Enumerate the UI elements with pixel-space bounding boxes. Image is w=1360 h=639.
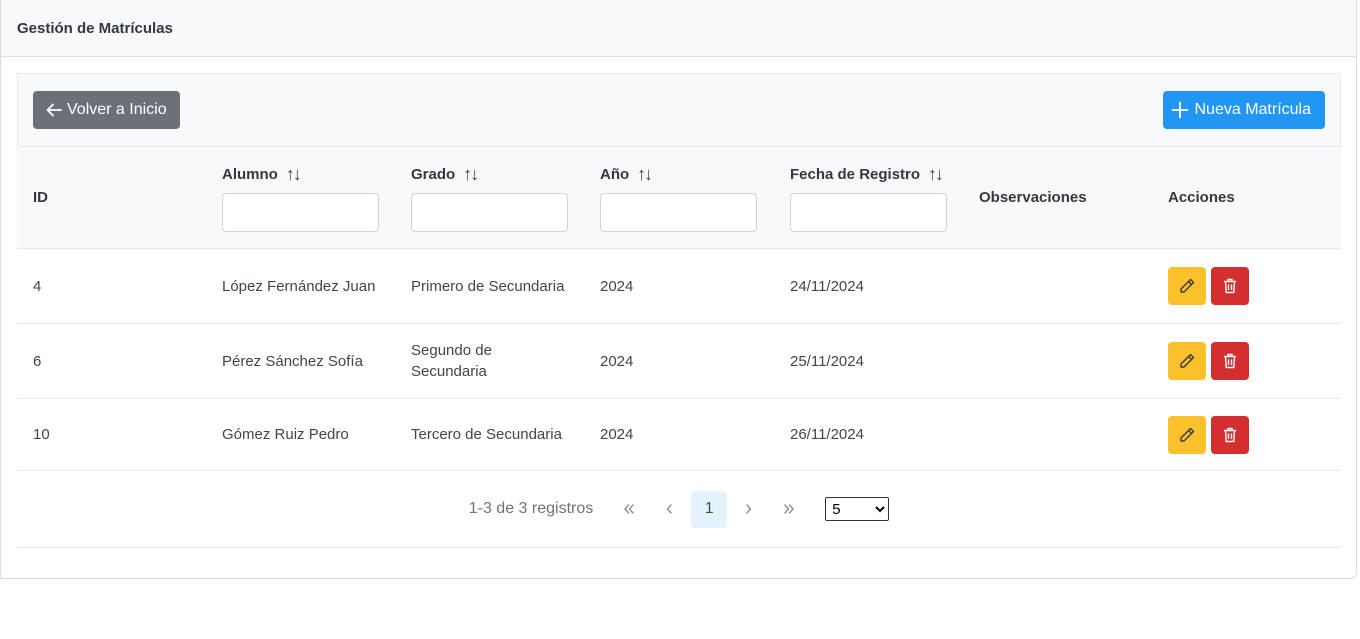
delete-button[interactable] [1211,267,1249,305]
edit-button[interactable] [1168,267,1206,305]
cell-grado: Tercero de Secundaria [395,398,584,471]
pencil-icon [1180,427,1195,442]
trash-icon [1224,353,1236,369]
cell-observaciones [963,248,1152,324]
cell-alumno: Gómez Ruiz Pedro [206,398,395,471]
sort-icon[interactable]: ↑↓ [463,164,479,185]
table-header-row: ID Alumno ↑↓ Grado ↑↓ Año ↑↓ Fecha de Re… [17,146,1341,249]
sortable-header-anio[interactable]: Año ↑↓ [600,164,758,185]
column-header-grado: Grado ↑↓ [395,146,584,249]
column-header-acciones: Acciones [1152,146,1341,249]
plus-icon [1171,101,1188,119]
pencil-icon [1180,353,1195,368]
cell-fecha: 25/11/2024 [774,323,963,399]
column-header-fecha: Fecha de Registro ↑↓ [774,146,963,249]
cell-fecha: 24/11/2024 [774,248,963,324]
cell-grado: Primero de Secundaria [395,248,584,324]
table-row: 6 Pérez Sánchez Sofía Segundo de Secunda… [17,323,1341,399]
cell-acciones [1152,248,1341,324]
cell-alumno: López Fernández Juan [206,248,395,324]
cell-observaciones [963,398,1152,471]
column-header-anio: Año ↑↓ [584,146,774,249]
edit-button[interactable] [1168,342,1206,380]
page-title: Gestión de Matrículas [17,19,173,37]
edit-button[interactable] [1168,415,1206,454]
rows-per-page-select[interactable]: 5 [825,497,890,521]
cell-acciones [1152,323,1341,399]
matriculas-panel: Volver a Inicio Nueva Matrícula ID Alumn… [17,73,1341,548]
cell-anio: 2024 [584,323,774,399]
enrollments-table: ID Alumno ↑↓ Grado ↑↓ Año ↑↓ Fecha de Re… [17,146,1341,471]
new-button-label: Nueva Matrícula [1194,101,1312,118]
column-header-observaciones: Observaciones [963,146,1152,249]
trash-icon [1224,278,1236,294]
cell-acciones [1152,398,1341,471]
cell-grado: Segundo de Secundaria [395,323,584,399]
next-page-button[interactable] [731,491,767,528]
last-page-button[interactable] [771,491,807,528]
filter-grado-input[interactable] [411,192,568,232]
trash-icon [1224,427,1236,442]
filter-fecha-input[interactable] [790,192,947,232]
filter-anio-input[interactable] [600,192,757,232]
toolbar: Volver a Inicio Nueva Matrícula [17,73,1341,146]
sort-icon[interactable]: ↑↓ [637,164,653,185]
first-page-button[interactable] [611,491,647,528]
column-header-id: ID [17,146,206,249]
sortable-header-grado[interactable]: Grado ↑↓ [411,164,568,185]
cell-fecha: 26/11/2024 [774,398,963,471]
sort-icon[interactable]: ↑↓ [928,164,944,185]
chevron-left-icon [667,504,672,514]
page-button-1[interactable]: 1 [691,490,728,528]
delete-button[interactable] [1211,342,1249,380]
sort-icon[interactable]: ↑↓ [286,164,302,185]
double-chevron-right-icon [784,504,794,514]
cell-anio: 2024 [584,398,774,471]
delete-button[interactable] [1211,415,1249,454]
double-chevron-left-icon [624,504,634,514]
arrow-left-icon [46,103,62,117]
card-header: Gestión de Matrículas [1,0,1356,57]
back-button-label: Volver a Inicio [67,101,167,118]
cell-anio: 2024 [584,248,774,324]
prev-page-button[interactable] [651,491,687,528]
cell-id: 6 [17,323,206,399]
cell-alumno: Pérez Sánchez Sofía [206,323,395,399]
pencil-icon [1180,278,1195,293]
new-enrollment-button[interactable]: Nueva Matrícula [1162,91,1325,129]
table-row: 10 Gómez Ruiz Pedro Tercero de Secundari… [17,398,1341,471]
cell-observaciones [963,323,1152,399]
table-row: 4 López Fernández Juan Primero de Secund… [17,248,1341,324]
pagination-report: 1-3 de 3 registros [468,500,594,517]
filter-alumno-input[interactable] [222,192,379,232]
cell-id: 4 [17,248,206,324]
cell-id: 10 [17,398,206,471]
chevron-right-icon [746,504,752,514]
sortable-header-fecha[interactable]: Fecha de Registro ↑↓ [790,164,947,185]
back-to-home-button[interactable]: Volver a Inicio [33,91,180,129]
matriculas-card: Gestión de Matrículas Volver a Inicio Nu… [0,0,1357,579]
sortable-header-alumno[interactable]: Alumno ↑↓ [222,164,379,185]
paginator: 1-3 de 3 registros 1 5 [17,471,1341,548]
column-header-alumno: Alumno ↑↓ [206,146,395,249]
